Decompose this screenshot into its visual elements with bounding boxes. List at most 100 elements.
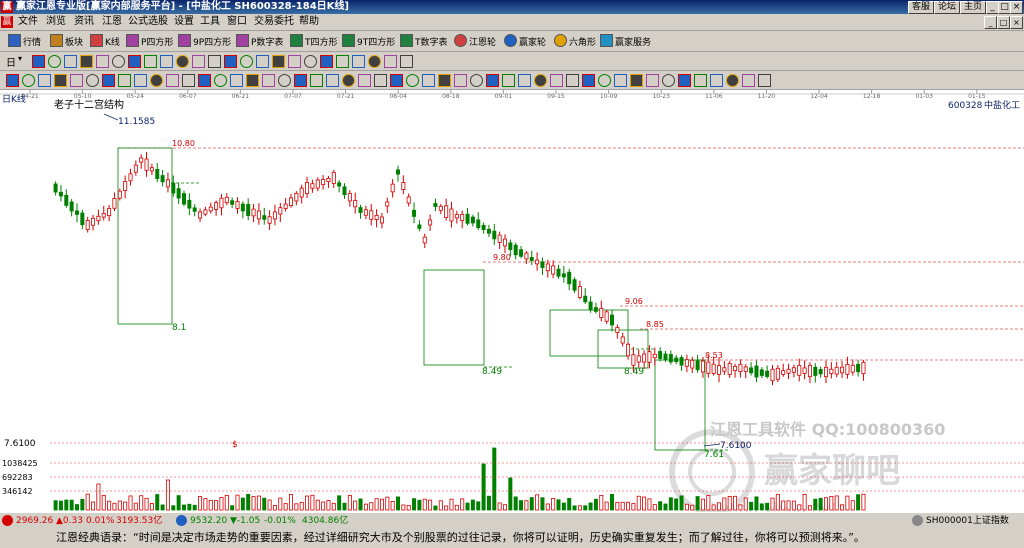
draw-tool-2-icon[interactable] [48,55,61,68]
tool-9t-square[interactable]: 9T四方形 [342,34,395,48]
analysis-tool-31-icon[interactable] [486,74,499,87]
draw-tool-15-icon[interactable] [256,55,269,68]
analysis-tool-12-icon[interactable] [182,74,195,87]
analysis-tool-44-icon[interactable] [694,74,707,87]
analysis-tool-35-icon[interactable] [550,74,563,87]
tool-sector[interactable]: 板块 [50,34,83,48]
analysis-tool-23-icon[interactable] [358,74,371,87]
analysis-tool-32-icon[interactable] [502,74,515,87]
menu-help[interactable]: 帮助 [299,15,319,29]
analysis-tool-18-icon[interactable] [278,74,291,87]
analysis-tool-6-icon[interactable] [86,74,99,87]
tool-9p-square[interactable]: 9P四方形 [178,34,231,48]
draw-tool-11-icon[interactable] [192,55,205,68]
analysis-tool-13-icon[interactable] [198,74,211,87]
analysis-tool-25-icon[interactable] [390,74,403,87]
analysis-tool-27-icon[interactable] [422,74,435,87]
homepage-button[interactable]: 主页 [960,1,986,14]
close-button[interactable]: × [1010,1,1023,14]
draw-tool-13-icon[interactable] [224,55,237,68]
analysis-tool-38-icon[interactable] [598,74,611,87]
analysis-tool-5-icon[interactable] [70,74,83,87]
menu-file[interactable]: 文件 [18,15,38,29]
tool-winner-wheel[interactable]: 赢家轮 [504,34,546,48]
analysis-tool-34-icon[interactable] [534,74,547,87]
analysis-tool-9-icon[interactable] [134,74,147,87]
tool-t-square[interactable]: T四方形 [290,34,338,48]
analysis-tool-40-icon[interactable] [630,74,643,87]
analysis-tool-24-icon[interactable] [374,74,387,87]
draw-tool-18-icon[interactable] [304,55,317,68]
menu-tools[interactable]: 工具 [200,15,220,29]
chevron-down-icon[interactable]: ▾ [18,54,22,63]
index-selector[interactable]: SH000001上证指数 [926,513,1009,529]
mdi-minimize-button[interactable]: _ [984,16,997,29]
tool-t-number-table[interactable]: T数字表 [400,34,448,48]
analysis-tool-42-icon[interactable] [662,74,675,87]
draw-tool-23-icon[interactable] [384,55,397,68]
analysis-tool-43-icon[interactable] [678,74,691,87]
draw-tool-12-icon[interactable] [208,55,221,68]
analysis-tool-45-icon[interactable] [710,74,723,87]
menu-window[interactable]: 窗口 [227,15,247,29]
analysis-tool-10-icon[interactable] [150,74,163,87]
analysis-tool-48-icon[interactable] [758,74,771,87]
draw-tool-6-icon[interactable] [112,55,125,68]
kline-chart[interactable]: 江恩工具软件 QQ:100800360 赢家聊吧 jiaoba.yinjia.n… [0,90,1024,518]
index-select-icon[interactable] [912,515,923,526]
forum-button[interactable]: 论坛 [934,1,960,14]
draw-tool-9-icon[interactable] [160,55,173,68]
analysis-tool-22-icon[interactable] [342,74,355,87]
analysis-tool-15-icon[interactable] [230,74,243,87]
tool-hexagon[interactable]: 六角形 [554,34,596,48]
draw-tool-14-icon[interactable] [240,55,253,68]
draw-tool-4-icon[interactable] [80,55,93,68]
analysis-tool-29-icon[interactable] [454,74,467,87]
analysis-tool-17-icon[interactable] [262,74,275,87]
menu-trade[interactable]: 交易委托 [254,15,294,29]
analysis-tool-26-icon[interactable] [406,74,419,87]
tool-winner-service[interactable]: 赢家服务 [600,34,651,48]
tool-p-square[interactable]: P四方形 [126,34,173,48]
analysis-tool-36-icon[interactable] [566,74,579,87]
menu-settings[interactable]: 设置 [174,15,194,29]
period-select[interactable]: 日 [6,54,16,69]
analysis-tool-2-icon[interactable] [22,74,35,87]
analysis-tool-39-icon[interactable] [614,74,627,87]
draw-tool-17-icon[interactable] [288,55,301,68]
draw-tool-16-icon[interactable] [272,55,285,68]
analysis-tool-1-icon[interactable] [6,74,19,87]
mdi-close-button[interactable]: × [1010,16,1023,29]
service-button[interactable]: 客服 [908,1,934,14]
analysis-tool-7-icon[interactable] [102,74,115,87]
menu-gann[interactable]: 江恩 [102,15,122,29]
analysis-tool-28-icon[interactable] [438,74,451,87]
kline-chart-svg[interactable]: 江恩工具软件 QQ:100800360 赢家聊吧 jiaoba.yinjia.n… [0,90,1024,518]
analysis-tool-14-icon[interactable] [214,74,227,87]
tool-p-number-table[interactable]: P数字表 [236,34,283,48]
mdi-restore-button[interactable]: □ [997,16,1010,29]
draw-tool-10-icon[interactable] [176,55,189,68]
draw-tool-5-icon[interactable] [96,55,109,68]
tool-kline[interactable]: K线 [90,34,120,48]
analysis-tool-30-icon[interactable] [470,74,483,87]
analysis-tool-11-icon[interactable] [166,74,179,87]
draw-tool-19-icon[interactable] [320,55,333,68]
draw-tool-3-icon[interactable] [64,55,77,68]
analysis-tool-46-icon[interactable] [726,74,739,87]
analysis-tool-33-icon[interactable] [518,74,531,87]
draw-tool-8-icon[interactable] [144,55,157,68]
analysis-tool-16-icon[interactable] [246,74,259,87]
tool-quotes[interactable]: 行情 [8,34,41,48]
draw-tool-1-icon[interactable] [32,55,45,68]
menu-info[interactable]: 资讯 [74,15,94,29]
tool-gann-wheel[interactable]: 江恩轮 [454,34,496,48]
analysis-tool-3-icon[interactable] [38,74,51,87]
draw-tool-20-icon[interactable] [336,55,349,68]
menu-formula-screen[interactable]: 公式选股 [128,15,168,29]
draw-tool-24-icon[interactable] [400,55,413,68]
draw-tool-21-icon[interactable] [352,55,365,68]
menu-browse[interactable]: 浏览 [46,15,66,29]
analysis-tool-21-icon[interactable] [326,74,339,87]
analysis-tool-41-icon[interactable] [646,74,659,87]
